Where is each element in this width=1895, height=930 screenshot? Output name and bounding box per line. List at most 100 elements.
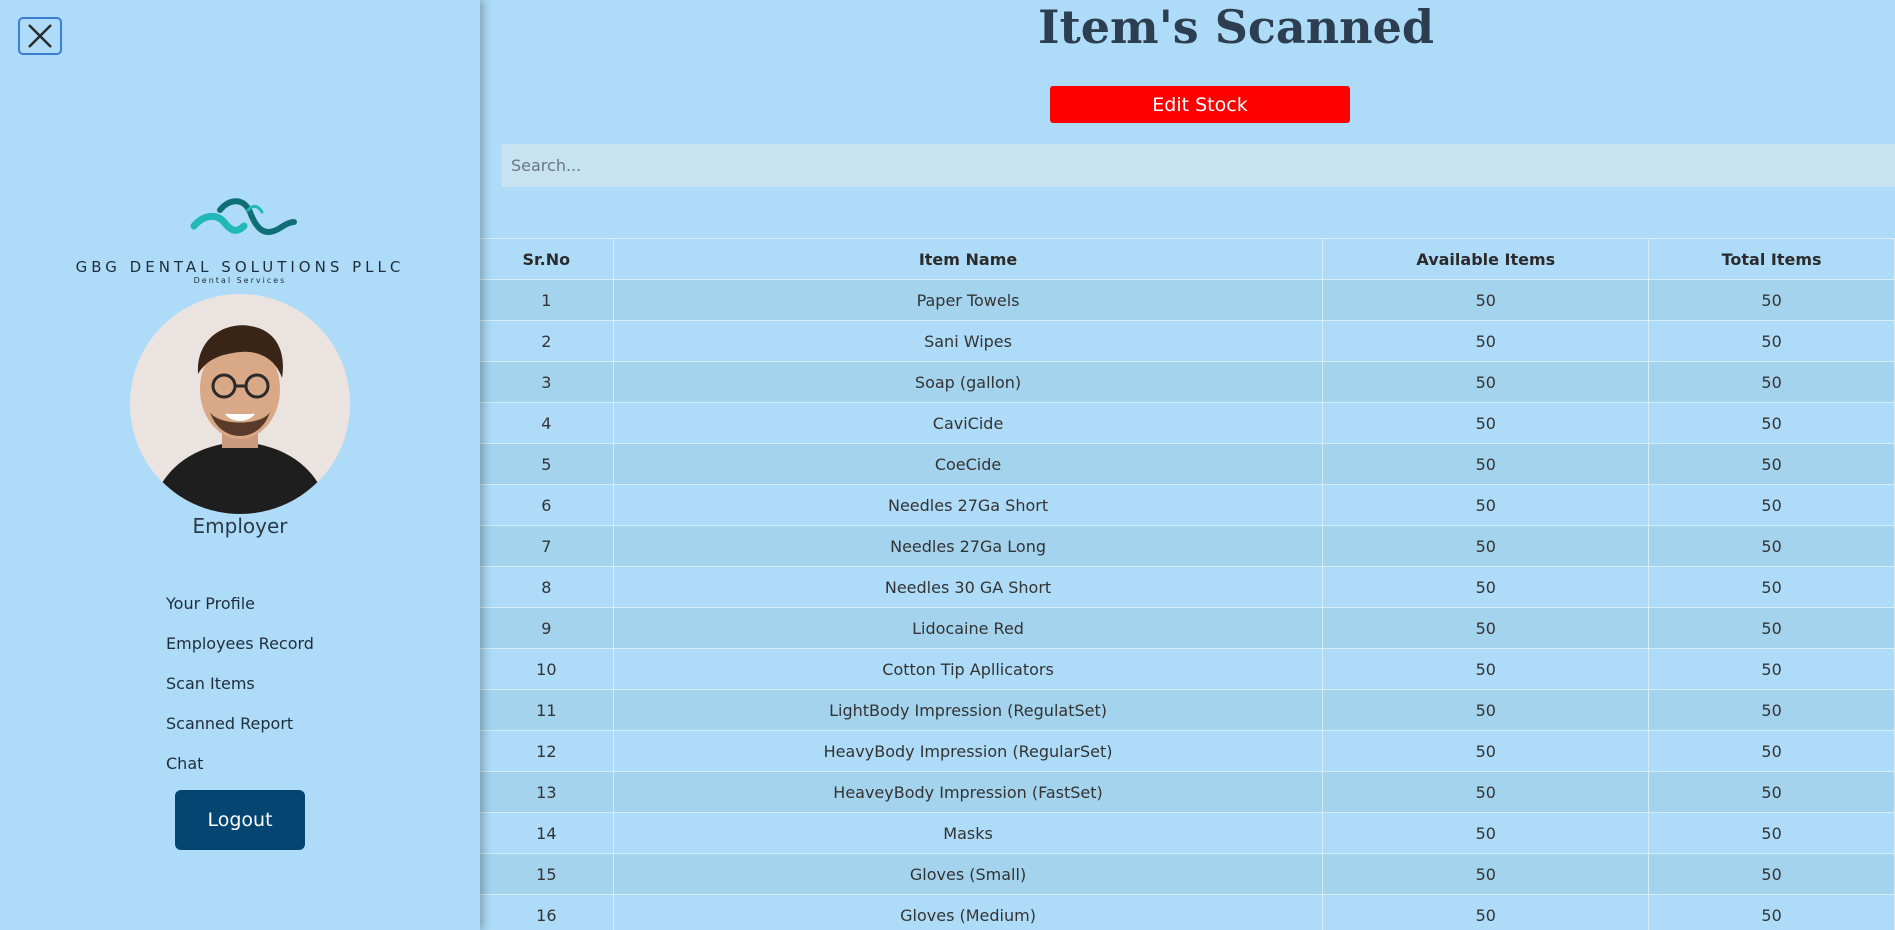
- table-row[interactable]: 8 Needles 30 GA Short 50 50: [480, 566, 1895, 608]
- close-sidebar-button[interactable]: [18, 17, 62, 55]
- cell-sr-no: 16: [480, 894, 614, 930]
- cell-sr-no: 10: [480, 648, 614, 690]
- table-row[interactable]: 10 Cotton Tip Apllicators 50 50: [480, 648, 1895, 690]
- header-available-items[interactable]: Available Items: [1322, 238, 1650, 280]
- wave-logo-icon: [190, 198, 297, 235]
- items-table: Sr.No Item Name Available Items Total It…: [480, 238, 1895, 930]
- table-row[interactable]: 7 Needles 27Ga Long 50 50: [480, 525, 1895, 567]
- cell-item-name: Masks: [613, 812, 1324, 854]
- cell-item-name: Gloves (Medium): [613, 894, 1324, 930]
- header-total-items[interactable]: Total Items: [1648, 238, 1895, 280]
- cell-item-name: Needles 27Ga Short: [613, 484, 1324, 526]
- cell-available-items: 50: [1322, 853, 1650, 895]
- header-sr-no[interactable]: Sr.No: [480, 238, 614, 280]
- table-row[interactable]: 15 Gloves (Small) 50 50: [480, 853, 1895, 895]
- user-role: Employer: [192, 514, 288, 538]
- sidebar: GBG DENTAL SOLUTIONS PLLC Dental Service…: [0, 0, 480, 930]
- cell-available-items: 50: [1322, 320, 1650, 362]
- cell-available-items: 50: [1322, 443, 1650, 485]
- table-row[interactable]: 5 CoeCide 50 50: [480, 443, 1895, 485]
- cell-available-items: 50: [1322, 730, 1650, 772]
- cell-total-items: 50: [1648, 525, 1895, 567]
- nav-item-scan-items[interactable]: Scan Items: [166, 672, 314, 712]
- cell-total-items: 50: [1648, 402, 1895, 444]
- table-header-row: Sr.No Item Name Available Items Total It…: [480, 238, 1895, 280]
- table-row[interactable]: 16 Gloves (Medium) 50 50: [480, 894, 1895, 930]
- cell-available-items: 50: [1322, 525, 1650, 567]
- cell-available-items: 50: [1322, 607, 1650, 649]
- company-logo: GBG DENTAL SOLUTIONS PLLC Dental Service…: [72, 196, 408, 288]
- cell-item-name: Paper Towels: [613, 279, 1324, 321]
- table-row[interactable]: 13 HeaveyBody Impression (FastSet) 50 50: [480, 771, 1895, 813]
- page-title: Item's Scanned: [1038, 0, 1435, 54]
- cell-item-name: LightBody Impression (RegulatSet): [613, 689, 1324, 731]
- cell-total-items: 50: [1648, 607, 1895, 649]
- cell-total-items: 50: [1648, 730, 1895, 772]
- table-row[interactable]: 1 Paper Towels 50 50: [480, 279, 1895, 321]
- cell-sr-no: 11: [480, 689, 614, 731]
- cell-available-items: 50: [1322, 402, 1650, 444]
- cell-item-name: Needles 27Ga Long: [613, 525, 1324, 567]
- cell-total-items: 50: [1648, 566, 1895, 608]
- sidebar-nav: Your Profile Employees Record Scan Items…: [166, 592, 314, 792]
- cell-available-items: 50: [1322, 689, 1650, 731]
- logout-button[interactable]: Logout: [175, 790, 305, 850]
- cell-sr-no: 9: [480, 607, 614, 649]
- search-input[interactable]: [501, 144, 1895, 187]
- table-row[interactable]: 12 HeavyBody Impression (RegularSet) 50 50: [480, 730, 1895, 772]
- cell-available-items: 50: [1322, 894, 1650, 930]
- nav-item-your-profile[interactable]: Your Profile: [166, 592, 314, 632]
- cell-available-items: 50: [1322, 812, 1650, 854]
- cell-item-name: Sani Wipes: [613, 320, 1324, 362]
- main-content: Item's Scanned Edit Stock Sr.No Item Nam…: [480, 0, 1895, 930]
- cell-item-name: Gloves (Small): [613, 853, 1324, 895]
- cell-item-name: CaviCide: [613, 402, 1324, 444]
- cell-sr-no: 12: [480, 730, 614, 772]
- edit-stock-button[interactable]: Edit Stock: [1050, 86, 1350, 123]
- profile-photo-icon: [130, 294, 350, 514]
- cell-total-items: 50: [1648, 894, 1895, 930]
- nav-item-scanned-report[interactable]: Scanned Report: [166, 712, 314, 752]
- cell-total-items: 50: [1648, 361, 1895, 403]
- close-icon: [28, 24, 52, 48]
- cell-total-items: 50: [1648, 648, 1895, 690]
- cell-available-items: 50: [1322, 648, 1650, 690]
- cell-available-items: 50: [1322, 771, 1650, 813]
- nav-item-employees-record[interactable]: Employees Record: [166, 632, 314, 672]
- cell-total-items: 50: [1648, 279, 1895, 321]
- header-item-name[interactable]: Item Name: [613, 238, 1324, 280]
- table-row[interactable]: 3 Soap (gallon) 50 50: [480, 361, 1895, 403]
- cell-sr-no: 7: [480, 525, 614, 567]
- cell-sr-no: 3: [480, 361, 614, 403]
- cell-total-items: 50: [1648, 853, 1895, 895]
- cell-item-name: Lidocaine Red: [613, 607, 1324, 649]
- cell-total-items: 50: [1648, 771, 1895, 813]
- cell-sr-no: 1: [480, 279, 614, 321]
- company-tagline: Dental Services: [193, 276, 287, 285]
- cell-item-name: Needles 30 GA Short: [613, 566, 1324, 608]
- company-name: GBG DENTAL SOLUTIONS PLLC: [75, 258, 405, 276]
- cell-available-items: 50: [1322, 566, 1650, 608]
- cell-item-name: HeaveyBody Impression (FastSet): [613, 771, 1324, 813]
- cell-item-name: Cotton Tip Apllicators: [613, 648, 1324, 690]
- cell-sr-no: 2: [480, 320, 614, 362]
- cell-sr-no: 15: [480, 853, 614, 895]
- table-row[interactable]: 4 CaviCide 50 50: [480, 402, 1895, 444]
- cell-sr-no: 6: [480, 484, 614, 526]
- table-row[interactable]: 14 Masks 50 50: [480, 812, 1895, 854]
- avatar: [130, 294, 350, 514]
- table-body: 1 Paper Towels 50 50 2 Sani Wipes 50 50 3 Soap (g…: [480, 279, 1895, 930]
- cell-available-items: 50: [1322, 484, 1650, 526]
- table-row[interactable]: 9 Lidocaine Red 50 50: [480, 607, 1895, 649]
- table-row[interactable]: 6 Needles 27Ga Short 50 50: [480, 484, 1895, 526]
- nav-item-chat[interactable]: Chat: [166, 752, 314, 792]
- cell-total-items: 50: [1648, 689, 1895, 731]
- table-row[interactable]: 2 Sani Wipes 50 50: [480, 320, 1895, 362]
- cell-total-items: 50: [1648, 484, 1895, 526]
- cell-available-items: 50: [1322, 361, 1650, 403]
- cell-total-items: 50: [1648, 320, 1895, 362]
- cell-item-name: HeavyBody Impression (RegularSet): [613, 730, 1324, 772]
- table-row[interactable]: 11 LightBody Impression (RegulatSet) 50 50: [480, 689, 1895, 731]
- cell-item-name: Soap (gallon): [613, 361, 1324, 403]
- cell-item-name: CoeCide: [613, 443, 1324, 485]
